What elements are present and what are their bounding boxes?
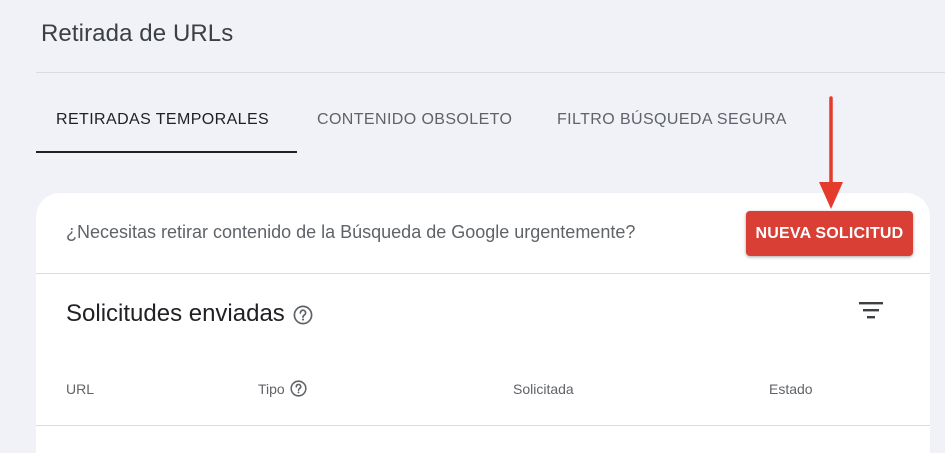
table-header: URL Tipo Solicitada Estado: [36, 369, 930, 426]
new-request-button[interactable]: NUEVA SOLICITUD: [746, 211, 913, 256]
tab-safesearch-filter[interactable]: FILTRO BÚSQUEDA SEGURA: [537, 86, 797, 153]
header-divider: [36, 72, 945, 73]
tab-temporary-removals[interactable]: RETIRADAS TEMPORALES: [36, 86, 297, 153]
tab-outdated-content[interactable]: CONTENIDO OBSOLETO: [297, 86, 537, 153]
filter-list-icon[interactable]: [858, 299, 884, 321]
column-label: URL: [66, 381, 95, 397]
page-title: Retirada de URLs: [41, 20, 234, 47]
column-header-status[interactable]: Estado: [769, 381, 813, 397]
column-label: Solicitada: [513, 381, 574, 397]
column-header-url[interactable]: URL: [66, 381, 94, 397]
section-title-text: Solicitudes enviadas: [66, 300, 285, 327]
urgent-removal-row: ¿Necesitas retirar contenido de la Búsqu…: [36, 193, 930, 274]
tab-label: CONTENIDO OBSOLETO: [317, 110, 513, 128]
section-title: Solicitudes enviadas: [66, 300, 313, 328]
column-header-requested[interactable]: Solicitada: [513, 381, 574, 397]
column-label: Estado: [769, 381, 813, 397]
annotation-arrow-icon: [819, 96, 843, 209]
column-header-type[interactable]: Tipo: [258, 380, 307, 397]
help-circle-icon[interactable]: [293, 304, 313, 325]
tab-label: FILTRO BÚSQUEDA SEGURA: [557, 110, 787, 128]
requests-card: ¿Necesitas retirar contenido de la Búsqu…: [36, 193, 930, 453]
tab-label: RETIRADAS TEMPORALES: [56, 110, 270, 128]
column-label: Tipo: [258, 380, 285, 397]
help-circle-icon[interactable]: [290, 380, 307, 397]
tab-bar: RETIRADAS TEMPORALES CONTENIDO OBSOLETO …: [36, 86, 797, 153]
urgent-removal-text: ¿Necesitas retirar contenido de la Búsqu…: [66, 222, 636, 242]
